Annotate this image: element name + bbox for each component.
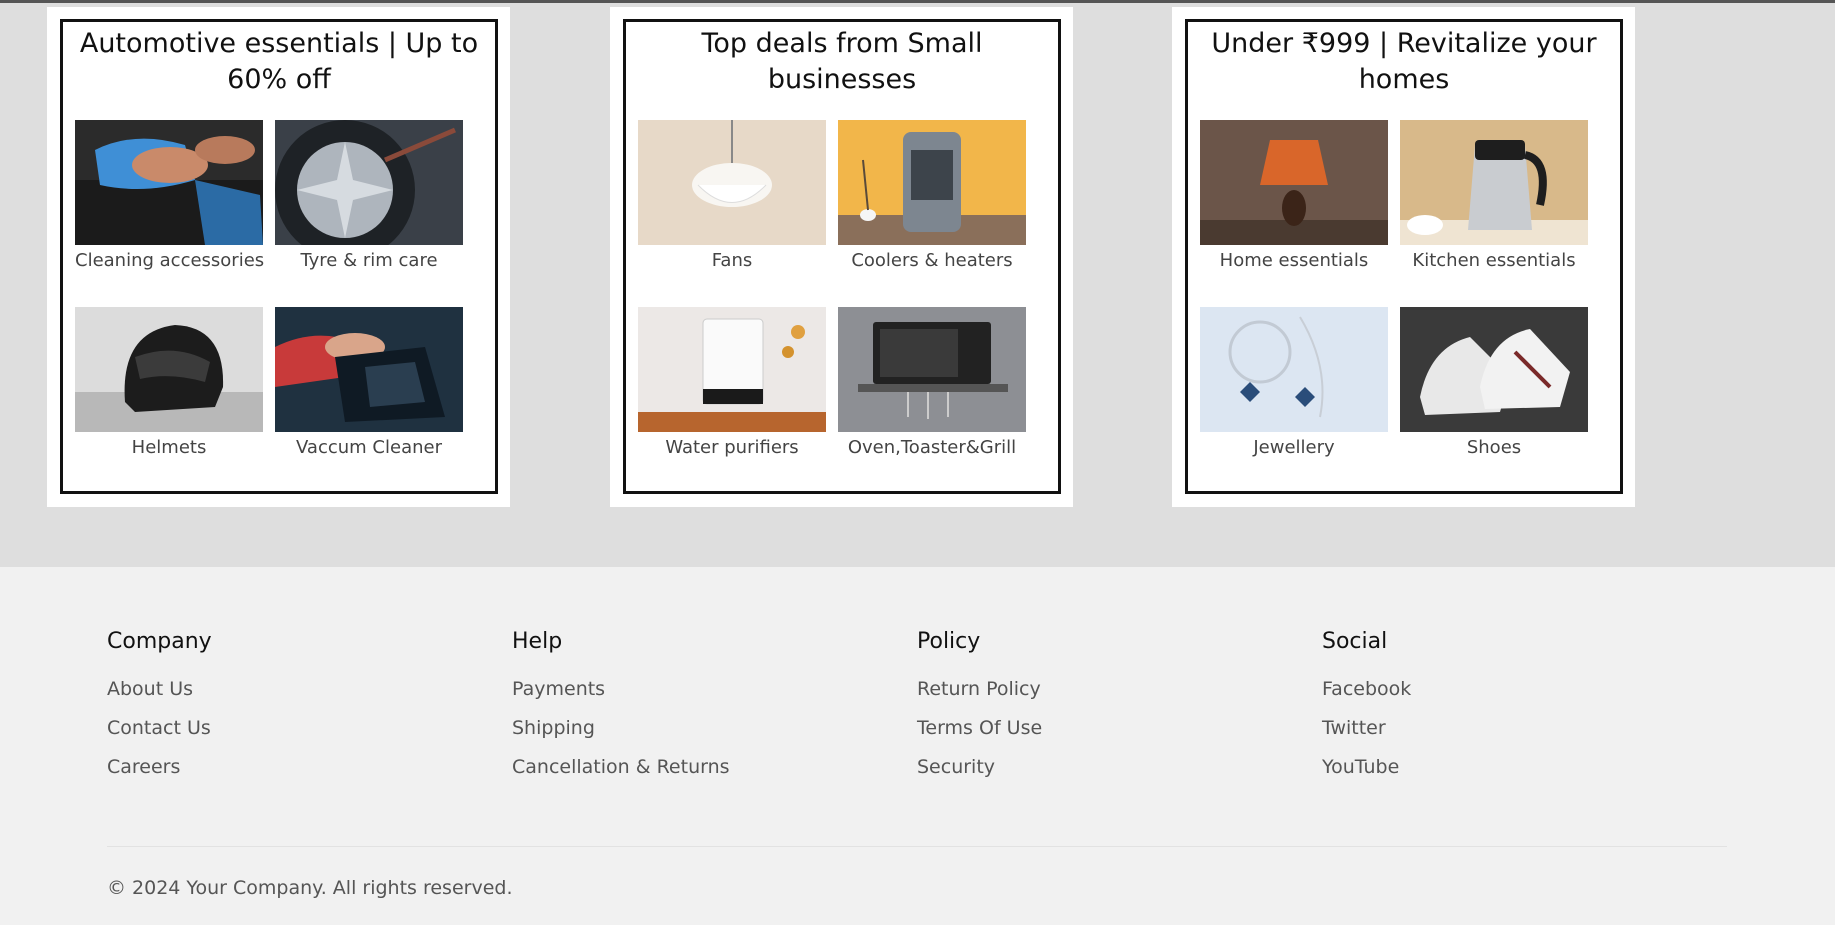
jewellery-image[interactable] bbox=[1200, 307, 1388, 432]
vacuum-image[interactable] bbox=[275, 307, 463, 432]
deal-card-frame: Under ₹999 | Revitalize your homes Home … bbox=[1185, 19, 1623, 494]
footer-column-policy: Policy Return Policy Terms Of Use Securi… bbox=[917, 629, 1042, 795]
tile-label: Shoes bbox=[1466, 437, 1522, 458]
card-title: Top deals from Small businesses bbox=[701, 28, 983, 95]
microwave-image[interactable] bbox=[838, 307, 1026, 432]
footer-link-shipping[interactable]: Shipping bbox=[512, 717, 730, 739]
footer-link-terms-of-use[interactable]: Terms Of Use bbox=[917, 717, 1042, 739]
tile-helmets[interactable]: Helmets bbox=[75, 307, 263, 467]
lamp-image[interactable] bbox=[1200, 120, 1388, 245]
tile-home-essentials[interactable]: Home essentials bbox=[1200, 120, 1388, 280]
site-footer: Company About Us Contact Us Careers Help… bbox=[0, 567, 1835, 925]
air-cooler-image[interactable] bbox=[838, 120, 1026, 245]
footer-link-cancellation-returns[interactable]: Cancellation & Returns bbox=[512, 756, 730, 778]
tile-water-purifiers[interactable]: Water purifiers bbox=[638, 307, 826, 467]
tile-label: Cleaning accessories bbox=[75, 250, 265, 271]
tile-kitchen-essentials[interactable]: Kitchen essentials bbox=[1400, 120, 1588, 280]
shoes-image[interactable] bbox=[1400, 307, 1588, 432]
footer-column-social: Social Facebook Twitter YouTube bbox=[1322, 629, 1411, 795]
copyright-text: © 2024 Your Company. All rights reserved… bbox=[107, 877, 513, 899]
ceiling-fan-image[interactable] bbox=[638, 120, 826, 245]
footer-heading: Social bbox=[1322, 629, 1388, 654]
water-purifier-image[interactable] bbox=[638, 307, 826, 432]
card-title: Automotive essentials | Up to 60% off bbox=[79, 28, 479, 95]
tyre-rim-image[interactable] bbox=[275, 120, 463, 245]
footer-link-facebook[interactable]: Facebook bbox=[1322, 678, 1411, 700]
tile-vaccum-cleaner[interactable]: Vaccum Cleaner bbox=[275, 307, 463, 467]
kettle-image[interactable] bbox=[1400, 120, 1588, 245]
deal-card-small-businesses: Top deals from Small businesses Fans Coo… bbox=[610, 7, 1073, 507]
car-cleaning-image[interactable] bbox=[75, 120, 263, 245]
footer-link-contact-us[interactable]: Contact Us bbox=[107, 717, 212, 739]
footer-link-payments[interactable]: Payments bbox=[512, 678, 730, 700]
tile-label: Tyre & rim care bbox=[300, 250, 438, 271]
deal-card-under-999: Under ₹999 | Revitalize your homes Home … bbox=[1172, 7, 1635, 507]
tile-label: Coolers & heaters bbox=[851, 250, 1013, 271]
tile-label: Kitchen essentials bbox=[1412, 250, 1576, 271]
footer-link-about-us[interactable]: About Us bbox=[107, 678, 212, 700]
deal-card-frame: Automotive essentials | Up to 60% off Cl… bbox=[60, 19, 498, 494]
footer-link-twitter[interactable]: Twitter bbox=[1322, 717, 1411, 739]
tile-label: Water purifiers bbox=[665, 437, 799, 458]
footer-divider bbox=[107, 846, 1727, 847]
tile-label: Helmets bbox=[131, 437, 207, 458]
tile-label: Jewellery bbox=[1253, 437, 1335, 458]
footer-heading: Help bbox=[512, 629, 563, 654]
deal-card-frame: Top deals from Small businesses Fans Coo… bbox=[623, 19, 1061, 494]
footer-heading: Company bbox=[107, 629, 212, 654]
footer-link-careers[interactable]: Careers bbox=[107, 756, 212, 778]
tile-label: Fans bbox=[711, 250, 753, 271]
footer-column-company: Company About Us Contact Us Careers bbox=[107, 629, 212, 795]
footer-link-security[interactable]: Security bbox=[917, 756, 1042, 778]
card-title: Under ₹999 | Revitalize your homes bbox=[1211, 28, 1597, 95]
footer-column-help: Help Payments Shipping Cancellation & Re… bbox=[512, 629, 730, 795]
tile-label: Vaccum Cleaner bbox=[296, 437, 442, 458]
deal-card-automotive: Automotive essentials | Up to 60% off Cl… bbox=[47, 7, 510, 507]
helmet-image[interactable] bbox=[75, 307, 263, 432]
tile-label: Home essentials bbox=[1219, 250, 1369, 271]
tile-fans[interactable]: Fans bbox=[638, 120, 826, 280]
tile-coolers-heaters[interactable]: Coolers & heaters bbox=[838, 120, 1026, 280]
tile-tyre-rim-care[interactable]: Tyre & rim care bbox=[275, 120, 463, 280]
tile-jewellery[interactable]: Jewellery bbox=[1200, 307, 1388, 467]
footer-link-youtube[interactable]: YouTube bbox=[1322, 756, 1411, 778]
footer-link-return-policy[interactable]: Return Policy bbox=[917, 678, 1042, 700]
tile-oven-toaster-grill[interactable]: Oven,Toaster&Grill bbox=[838, 307, 1026, 467]
footer-heading: Policy bbox=[917, 629, 981, 654]
tile-cleaning-accessories[interactable]: Cleaning accessories bbox=[75, 120, 265, 280]
deal-cards-section: Automotive essentials | Up to 60% off Cl… bbox=[0, 0, 1835, 567]
tile-label: Oven,Toaster&Grill bbox=[847, 437, 1017, 458]
tile-shoes[interactable]: Shoes bbox=[1400, 307, 1588, 467]
